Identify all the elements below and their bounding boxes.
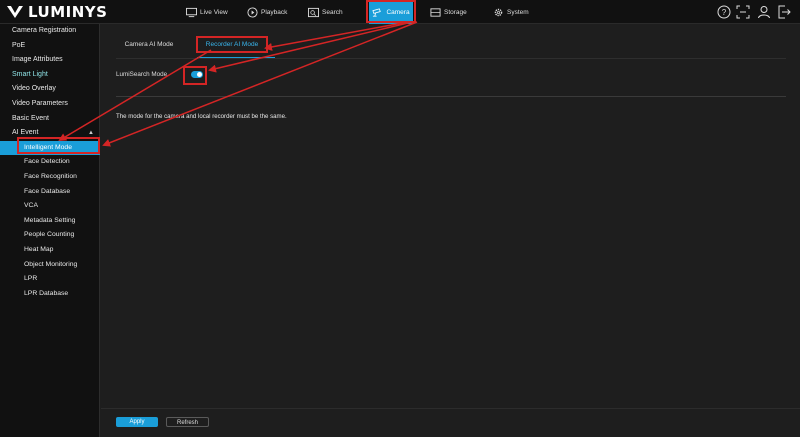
sidebar-item-object-monitoring[interactable]: Object Monitoring <box>0 258 100 272</box>
chevron-up-icon: ▲ <box>88 130 94 137</box>
nav-storage[interactable]: Storage <box>430 0 472 24</box>
refresh-button[interactable]: Refresh <box>166 417 209 427</box>
monitor-icon <box>186 7 197 17</box>
sidebar-item-label: Face Recognition <box>24 173 77 180</box>
sidebar-item-label: LPR <box>24 275 38 283</box>
mode-note: The mode for the camera and local record… <box>116 113 287 120</box>
top-bar: LUMINYS Live View Playback Search Camera… <box>0 0 800 24</box>
nav-storage-label: Storage <box>444 8 467 16</box>
sidebar-item-face-recognition[interactable]: Face Recognition <box>0 170 100 184</box>
sidebar-item-label: Smart Light <box>12 70 48 78</box>
nav-search-label: Search <box>322 8 343 16</box>
sidebar-item-lpr[interactable]: LPR <box>0 272 100 286</box>
svg-text:?: ? <box>722 8 727 17</box>
sidebar: Camera Registration PoE Image Attributes… <box>0 24 100 437</box>
sidebar-item-smart-light[interactable]: Smart Light <box>0 68 100 82</box>
nav-camera-label: Camera <box>386 8 410 16</box>
sidebar-item-label: Face Detection <box>24 158 70 166</box>
storage-icon <box>430 7 441 17</box>
brand-name: LUMINYS <box>28 3 108 21</box>
brand-logo: LUMINYS <box>6 3 107 21</box>
sidebar-item-basic-event[interactable]: Basic Event <box>0 112 100 126</box>
luminys-logo-icon <box>7 6 23 18</box>
footer-divider <box>101 408 800 409</box>
sidebar-item-label: Image Attributes <box>12 56 63 64</box>
nav-playback-label: Playback <box>261 8 288 16</box>
sidebar-item-label: PoE <box>12 41 26 49</box>
sidebar-item-ai-event[interactable]: AI Event ▲ <box>0 126 100 140</box>
camera-icon <box>372 7 382 17</box>
section-divider <box>116 96 786 97</box>
nav-camera[interactable]: Camera <box>369 0 413 24</box>
sidebar-item-face-database[interactable]: Face Database <box>0 185 100 199</box>
help-icon[interactable]: ? <box>717 5 731 19</box>
sidebar-item-label: Video Overlay <box>12 85 56 93</box>
nav-system-label: System <box>507 8 529 16</box>
user-icon[interactable] <box>757 5 771 19</box>
sidebar-item-label: Camera Registration <box>12 27 77 34</box>
sidebar-item-label: Intelligent Mode <box>24 143 72 151</box>
lumisearch-mode-toggle[interactable] <box>191 71 203 78</box>
sidebar-item-label: Video Parameters <box>12 100 68 107</box>
sidebar-item-camera-registration[interactable]: Camera Registration <box>0 24 100 38</box>
sidebar-item-label: LPR Database <box>24 289 69 297</box>
sidebar-item-label: People Counting <box>24 231 75 239</box>
sidebar-item-label: Heat Map <box>24 246 54 253</box>
sidebar-item-video-parameters[interactable]: Video Parameters <box>0 97 100 111</box>
search-icon <box>308 7 319 17</box>
sidebar-item-label: Basic Event <box>12 114 49 122</box>
toggle-knob <box>197 72 202 77</box>
sidebar-item-intelligent-mode[interactable]: Intelligent Mode <box>0 140 100 155</box>
sidebar-item-lpr-database[interactable]: LPR Database <box>0 287 100 301</box>
gear-icon <box>494 8 503 16</box>
playback-icon <box>247 6 258 18</box>
nav-live-view-label: Live View <box>200 8 228 16</box>
sidebar-item-face-detection[interactable]: Face Detection <box>0 155 100 169</box>
sidebar-item-heat-map[interactable]: Heat Map <box>0 243 100 257</box>
nav-search[interactable]: Search <box>308 0 348 24</box>
sidebar-item-image-attributes[interactable]: Image Attributes <box>0 53 100 67</box>
nav-playback[interactable]: Playback <box>247 0 293 24</box>
sidebar-item-label: Metadata Setting <box>24 216 76 224</box>
sidebar-item-video-overlay[interactable]: Video Overlay <box>0 82 100 96</box>
sidebar-item-people-counting[interactable]: People Counting <box>0 228 100 242</box>
lumisearch-mode-label: LumiSearch Mode <box>116 71 168 78</box>
tab-divider <box>116 58 786 59</box>
fullscreen-icon[interactable] <box>736 5 750 19</box>
sidebar-item-vca[interactable]: VCA <box>0 199 100 213</box>
sidebar-item-label: VCA <box>24 202 38 210</box>
sidebar-item-poe[interactable]: PoE <box>0 39 100 53</box>
apply-button[interactable]: Apply <box>116 417 158 427</box>
sidebar-item-label: Face Database <box>24 187 71 195</box>
sidebar-item-metadata-setting[interactable]: Metadata Setting <box>0 214 100 228</box>
tab-camera-ai-mode[interactable]: Camera AI Mode <box>117 37 181 53</box>
main-content: Camera AI Mode Recorder AI Mode LumiSear… <box>101 24 800 437</box>
nav-system[interactable]: System <box>493 0 533 24</box>
nav-live-view[interactable]: Live View <box>184 0 234 24</box>
sidebar-item-label: Object Monitoring <box>24 260 78 268</box>
sidebar-item-label: AI Event <box>12 129 39 137</box>
logout-icon[interactable] <box>777 5 791 19</box>
tab-recorder-ai-mode[interactable]: Recorder AI Mode <box>197 37 267 53</box>
